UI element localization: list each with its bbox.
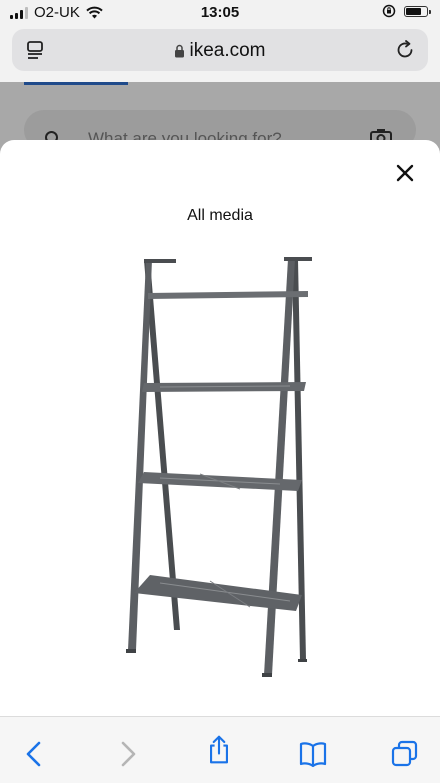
- lock-icon: [175, 44, 185, 58]
- orientation-lock-icon: [382, 4, 396, 18]
- media-modal: All media: [0, 140, 440, 716]
- battery-icon: [404, 5, 431, 17]
- reload-icon[interactable]: [394, 39, 416, 61]
- product-image[interactable]: [120, 255, 320, 687]
- close-icon[interactable]: [394, 162, 416, 184]
- nav-accent-line: [24, 82, 128, 85]
- forward-arrow-icon[interactable]: [112, 739, 142, 769]
- status-bar: O2-UK 13:05: [0, 0, 440, 26]
- status-right: [382, 4, 431, 18]
- back-arrow-icon[interactable]: [20, 739, 50, 769]
- address-bar[interactable]: ikea.com: [12, 29, 428, 71]
- status-time: 13:05: [200, 4, 240, 21]
- page-behind-overlay: What are you looking for?: [0, 82, 440, 150]
- modal-title: All media: [187, 207, 253, 224]
- browser-toolbar: [0, 716, 440, 783]
- tabs-icon[interactable]: [390, 739, 420, 769]
- browser-header: ikea.com: [0, 26, 440, 82]
- url-display[interactable]: ikea.com: [12, 40, 428, 62]
- share-icon[interactable]: [204, 735, 234, 765]
- url-domain: ikea.com: [189, 40, 266, 61]
- bookmarks-icon[interactable]: [298, 739, 328, 769]
